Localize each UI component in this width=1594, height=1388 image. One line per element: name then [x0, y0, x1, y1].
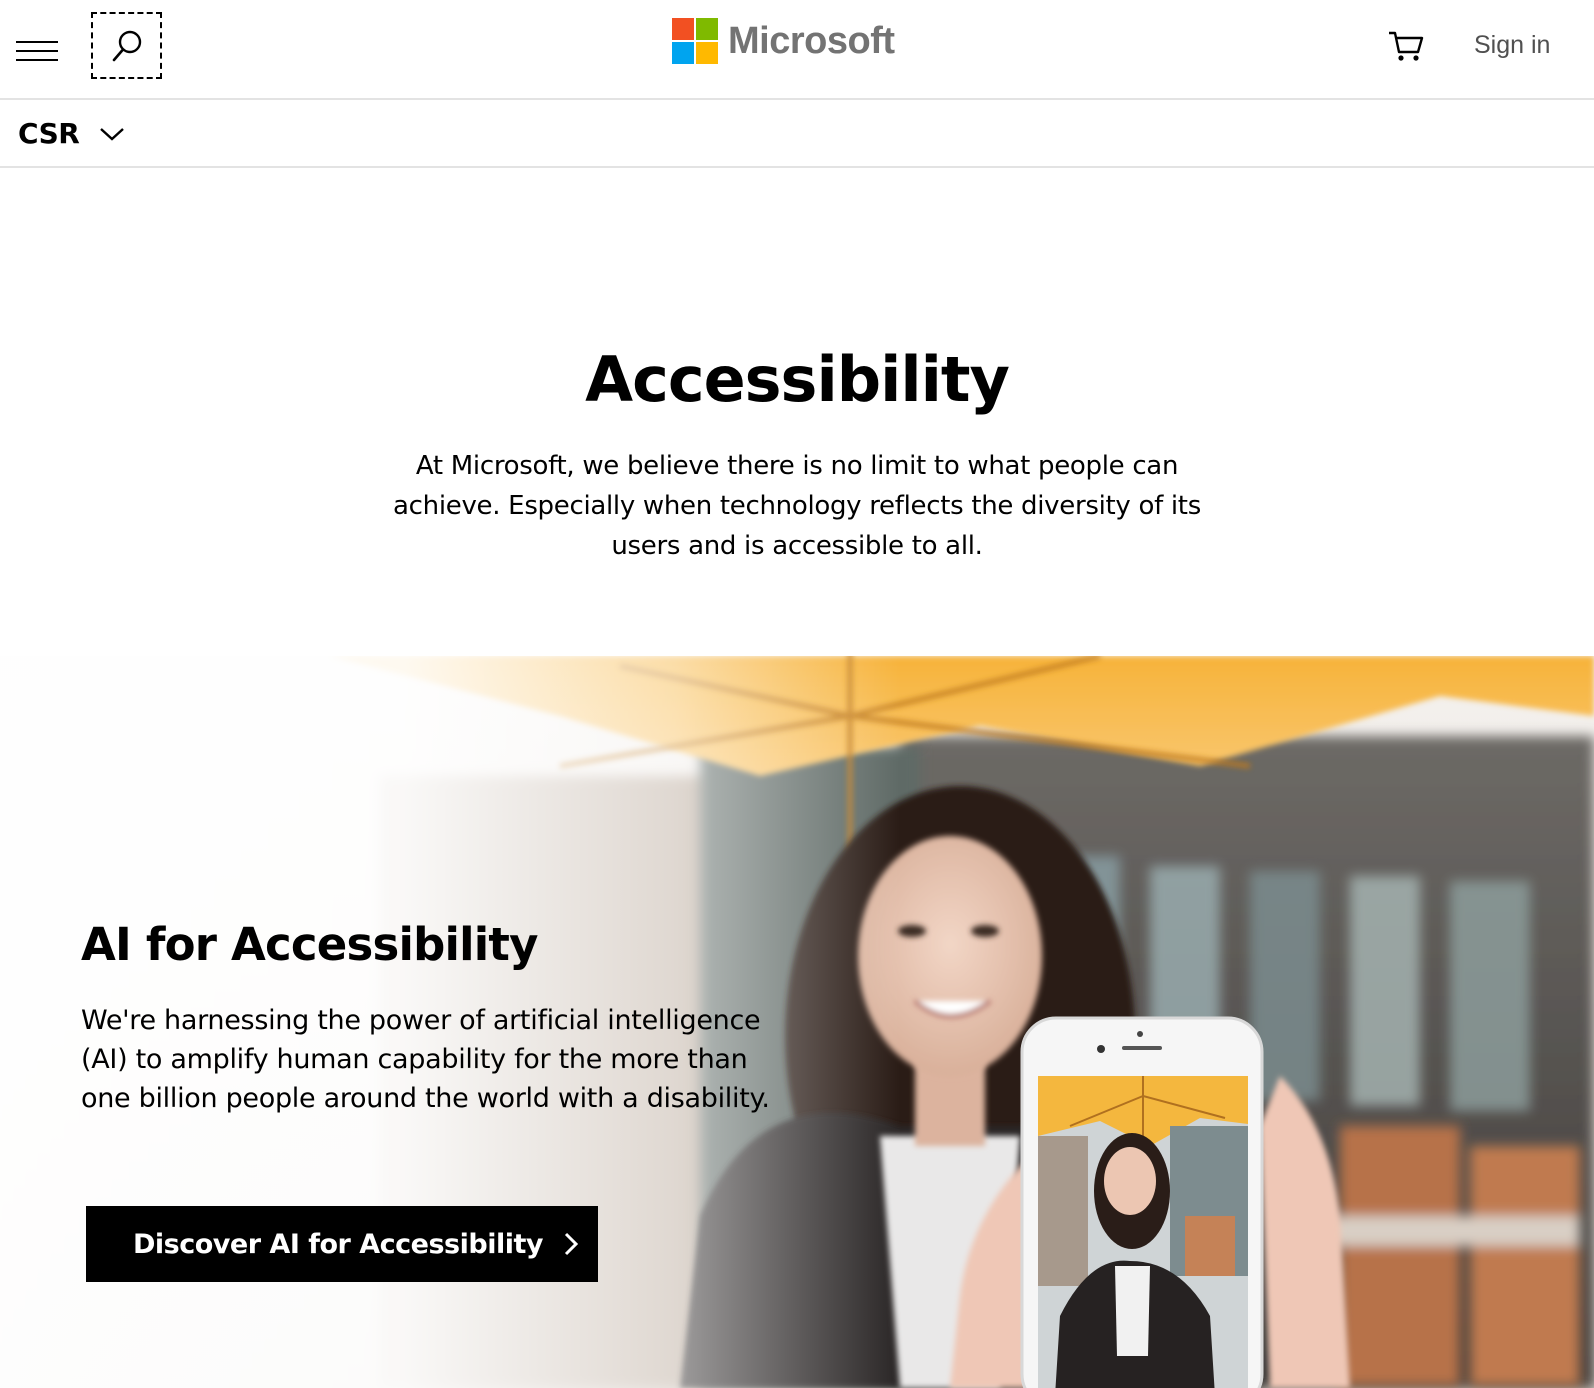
shopping-cart-button[interactable]	[1387, 28, 1425, 64]
discover-ai-button[interactable]: Discover AI for Accessibility	[86, 1206, 598, 1282]
hamburger-menu-icon[interactable]	[16, 36, 58, 64]
csr-label: CSR	[18, 117, 80, 150]
csr-dropdown[interactable]: CSR	[18, 117, 125, 150]
ai-accessibility-hero: AI for Accessibility We're harnessing th…	[0, 656, 1594, 1388]
search-button[interactable]	[91, 12, 162, 79]
logo-wordmark: Microsoft	[728, 19, 895, 62]
search-icon	[112, 30, 141, 61]
intro-paragraph: At Microsoft, we believe there is no lim…	[393, 451, 1201, 561]
chevron-right-icon	[564, 1232, 579, 1256]
discover-ai-button-label: Discover AI for Accessibility	[133, 1228, 544, 1260]
site-header: Microsoft Sign in	[0, 0, 1594, 100]
microsoft-logo-icon	[672, 18, 718, 64]
microsoft-logo[interactable]: Microsoft	[672, 17, 895, 65]
section-nav: CSR	[0, 100, 1594, 168]
hero-heading: AI for Accessibility	[81, 918, 538, 971]
chevron-down-icon	[100, 127, 125, 141]
sign-in-link[interactable]: Sign in	[1474, 31, 1550, 60]
shopping-cart-icon	[1389, 31, 1424, 61]
page-title: Accessibility	[585, 343, 1010, 416]
hero-paragraph: We're harnessing the power of artificial…	[81, 1005, 770, 1114]
